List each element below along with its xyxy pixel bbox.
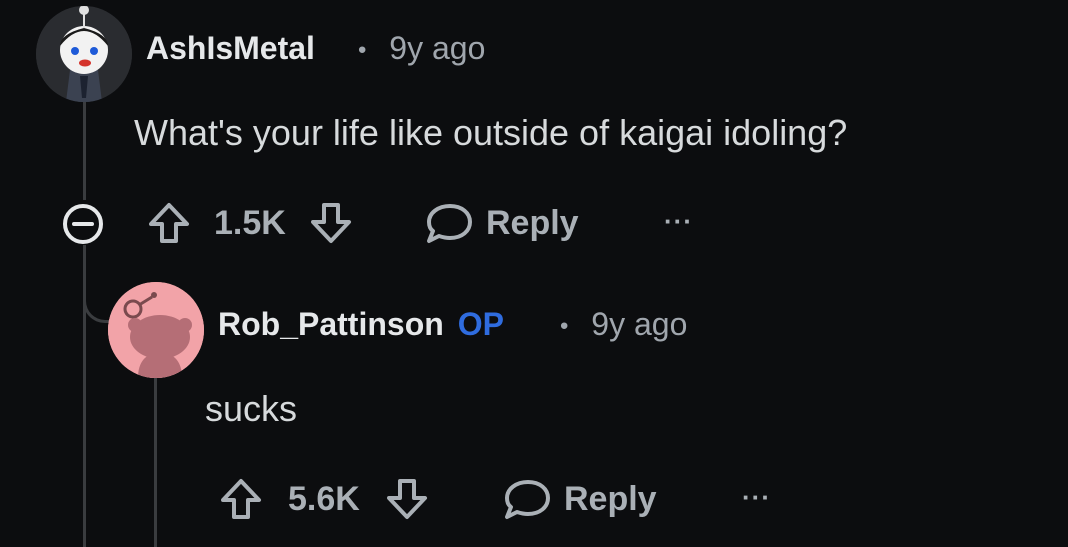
downvote-arrow-icon: [386, 479, 427, 519]
downvote-arrow-icon: [310, 203, 351, 243]
comment-body: sucks: [205, 388, 298, 429]
separator-dot: •: [358, 36, 367, 64]
comment-author[interactable]: Rob_Pattinson OP: [218, 306, 504, 343]
upvote-button[interactable]: [218, 476, 264, 522]
snoo-custom-avatar-icon: [36, 6, 132, 102]
reply-button[interactable]: Reply: [502, 476, 657, 522]
thread-line-top: [83, 95, 86, 200]
snoo-default-avatar-icon: [108, 282, 204, 378]
upvote-arrow-icon: [221, 479, 261, 519]
vote-score: 1.5K: [214, 203, 286, 242]
collapse-button[interactable]: [60, 201, 106, 247]
comment-bubble-icon: [505, 480, 550, 519]
comment-body: What's your life like outside of kaigai …: [134, 112, 848, 153]
upvote-button[interactable]: [146, 200, 192, 246]
thread-line-reply: [154, 378, 157, 547]
comment-author[interactable]: AshIsMetal: [146, 30, 315, 67]
reply-label: Reply: [486, 203, 579, 242]
avatar[interactable]: [108, 282, 204, 378]
op-badge: OP: [457, 306, 505, 342]
reply-label: Reply: [564, 479, 657, 518]
upvote-arrow-icon: [149, 203, 189, 243]
comment-age: 9y ago: [591, 306, 688, 342]
comment-age: 9y ago: [389, 30, 486, 66]
reply-button[interactable]: Reply: [424, 200, 579, 246]
downvote-button[interactable]: [384, 476, 430, 522]
downvote-button[interactable]: [308, 200, 354, 246]
more-options-button[interactable]: ···: [742, 482, 771, 513]
comment-meta: • 9y ago: [560, 306, 687, 343]
collapse-minus-icon: [63, 204, 103, 244]
comment-meta: • 9y ago: [358, 30, 485, 67]
vote-bar: 1.5K: [146, 200, 354, 246]
vote-bar: 5.6K: [218, 476, 430, 522]
vote-score: 5.6K: [288, 479, 360, 518]
separator-dot: •: [560, 312, 569, 340]
more-options-button[interactable]: ···: [664, 206, 693, 237]
avatar[interactable]: [36, 6, 132, 102]
comment-bubble-icon: [427, 204, 472, 243]
author-name[interactable]: Rob_Pattinson: [218, 306, 444, 342]
